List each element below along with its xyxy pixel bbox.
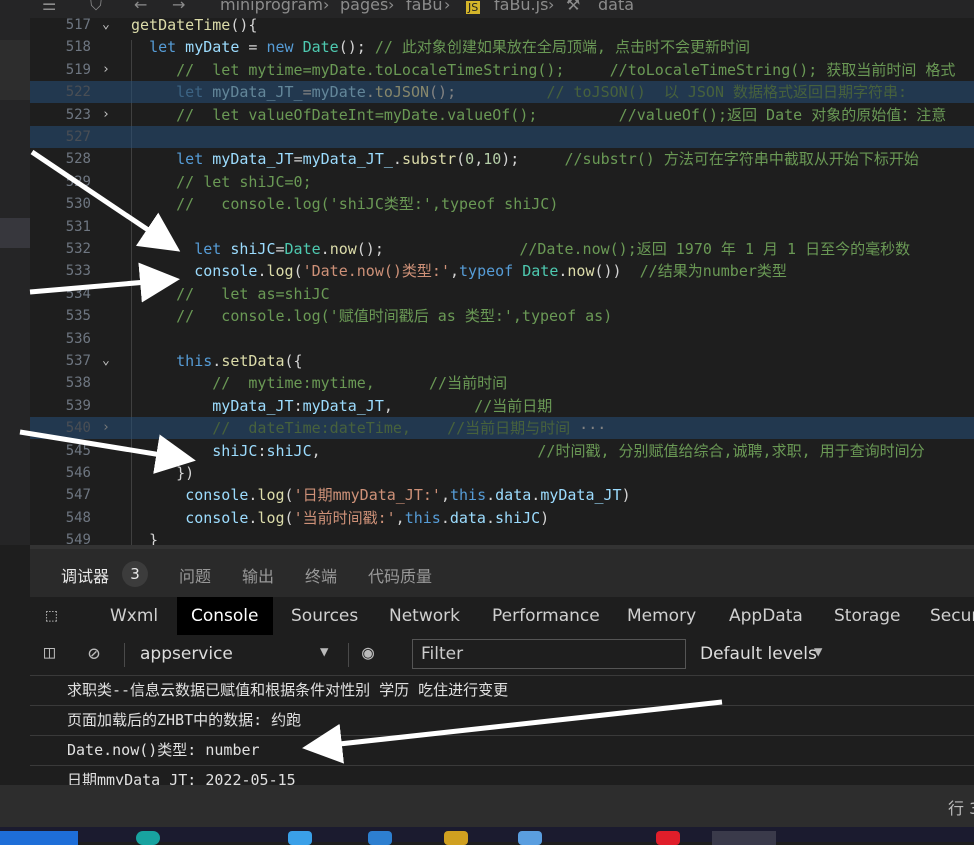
annotation-arrows xyxy=(19,149,723,764)
annotation-arrow xyxy=(29,262,180,303)
annotation-arrow xyxy=(302,699,723,764)
annotation-arrow xyxy=(19,429,196,474)
annotation-arrow xyxy=(30,149,181,252)
